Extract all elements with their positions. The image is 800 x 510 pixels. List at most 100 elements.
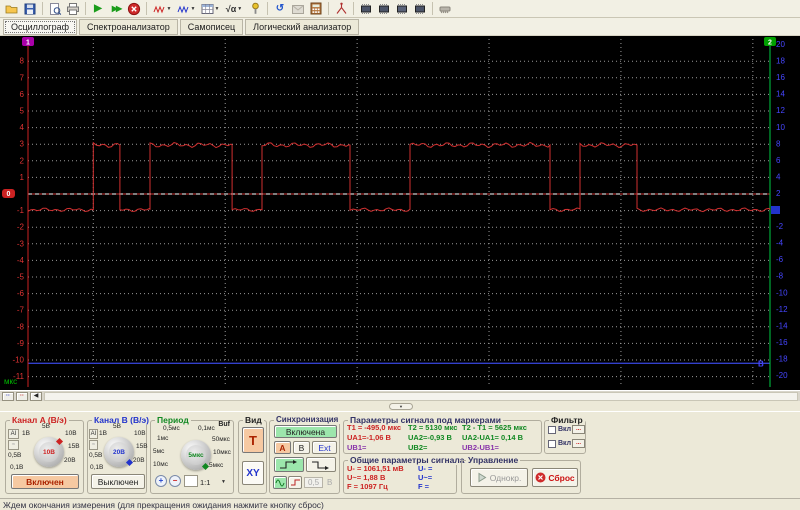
export-button[interactable]	[289, 1, 307, 17]
reset-button[interactable]: Сброс	[532, 468, 578, 487]
print-button[interactable]	[64, 1, 82, 17]
filter-2-checkbox[interactable]	[548, 440, 556, 448]
signal-generator-b-dropdown[interactable]: ▼	[174, 1, 198, 17]
run-button[interactable]: ▶	[89, 1, 107, 17]
tab-recorder[interactable]: Самописец	[179, 18, 244, 35]
filter-1-more-button[interactable]: ...	[572, 425, 585, 434]
ua2-value: UA2=-0,93 В	[408, 433, 452, 442]
sync-source-a-button[interactable]: A	[274, 441, 291, 454]
channel-b-knob[interactable]: 20В	[104, 437, 134, 467]
channel-b-power-button[interactable]: Выключен	[91, 474, 145, 489]
period-knob[interactable]: 5мкс	[181, 440, 211, 471]
chip-3-button[interactable]	[393, 1, 411, 17]
svg-text:1: 1	[20, 173, 25, 182]
sync-level-trigger-button[interactable]	[288, 476, 302, 489]
save-button[interactable]	[21, 1, 39, 17]
scrollbar-track[interactable]	[44, 391, 798, 401]
channel-b-ai-button[interactable]: AI	[89, 429, 98, 439]
knob-label: 0,1В	[10, 464, 24, 471]
oscilloscope-display[interactable]: 8 7 6 5 4 3 2 1 -1 -2 -3 -4 -5 -6 -7 -8 -9 -10 -11 20 18 16 14…	[0, 36, 800, 390]
probe-button[interactable]	[246, 1, 264, 17]
dua-value: UA2-UA1= 0,14 В	[462, 433, 524, 442]
tab-spectrum-analyzer[interactable]: Спектроанализатор	[79, 18, 178, 35]
channel-a-coupling-button[interactable]: ≈	[8, 440, 19, 450]
channel-a-knob[interactable]: 10В	[34, 437, 64, 467]
tab-logic-analyzer[interactable]: Логический анализатор	[245, 18, 360, 35]
chip-icon	[379, 3, 389, 14]
svg-text:-1: -1	[17, 206, 25, 215]
knob-label: 5В	[42, 423, 50, 430]
chip-2-button[interactable]	[375, 1, 393, 17]
filter-2-label: Вкл	[558, 440, 572, 447]
toolbar-separator	[432, 2, 433, 15]
chip-4-button[interactable]	[411, 1, 429, 17]
rising-edge-icon	[280, 459, 297, 469]
filter-2-more-button[interactable]: ...	[572, 439, 585, 448]
sync-source-b-button[interactable]: B	[293, 441, 310, 454]
knob-label: 10мкс	[213, 449, 231, 456]
print-preview-button[interactable]	[46, 1, 64, 17]
knob-label: 1В	[99, 430, 107, 437]
refresh-button[interactable]: ↺	[271, 1, 289, 17]
zoom-out-button[interactable]: −	[169, 475, 181, 487]
svg-text:-6: -6	[776, 255, 784, 264]
marker-params-group: Параметры сигнала под маркерами T1 = -49…	[343, 415, 542, 454]
single-run-button[interactable]: Однокр.	[470, 468, 528, 487]
sync-enabled-button[interactable]: Включена	[274, 425, 337, 438]
zoom-ratio-label: 1:1	[200, 478, 211, 487]
svg-text:-12: -12	[776, 305, 788, 314]
sync-rising-edge-button[interactable]	[274, 457, 304, 472]
period-value: 5мкс	[188, 451, 204, 459]
channel-a-ai-button[interactable]: AI	[8, 429, 19, 439]
scroll-left-button[interactable]: ◀	[30, 391, 42, 401]
sync-title: Синхронизация	[274, 415, 341, 424]
knob-pointer-icon	[55, 437, 64, 446]
run-all-button[interactable]: ▶▶	[107, 1, 125, 17]
sync-level-input[interactable]	[304, 477, 323, 488]
channel-b-value: 20В	[113, 448, 125, 456]
filter-1-checkbox[interactable]	[548, 426, 556, 434]
period-group: Период Buf 0,5мс 0,1мс 1мс 50мкс 5мс 10м…	[150, 415, 234, 494]
channel-a-power-button[interactable]: Включен	[11, 474, 79, 489]
chip-1-button[interactable]	[357, 1, 375, 17]
panel-divider: ▼	[0, 401, 800, 411]
sync-falling-edge-button[interactable]	[306, 457, 336, 472]
svg-text:-16: -16	[776, 338, 788, 347]
channel-b-coupling-button[interactable]: ≈	[89, 440, 98, 450]
channel-a-value: 10В	[43, 448, 55, 456]
probe-icon	[251, 2, 259, 14]
svg-text:-4: -4	[17, 256, 25, 265]
t2-value: T2 = 5130 мкс	[408, 423, 458, 432]
signal-generator-a-dropdown[interactable]: ▼	[150, 1, 174, 17]
scope-scrollbar: ·· ·· ◀	[0, 390, 800, 401]
math-functions-dropdown[interactable]: √α ▼	[222, 1, 246, 17]
channel-b-group: Канал B (В/э) AI ≈ 5В 1В 0,5В 0,1В 10В 1…	[87, 415, 151, 494]
view-time-button[interactable]: T	[242, 427, 264, 453]
tab-oscilloscope[interactable]: Осциллограф	[3, 18, 77, 35]
page-button[interactable]	[184, 475, 198, 487]
dub-value: UB2-UB1=	[462, 443, 499, 452]
svg-text:-18: -18	[776, 354, 788, 363]
sync-source-ext-button[interactable]: Ext	[312, 441, 337, 454]
knob-label: 1В	[22, 430, 30, 437]
view-title: Вид	[243, 415, 264, 425]
stop-button[interactable]	[125, 1, 143, 17]
knob-label: 0,1В	[90, 464, 104, 471]
chevron-down-icon[interactable]: ▼	[221, 479, 226, 485]
chip-flat-button[interactable]	[436, 1, 454, 17]
marker-2-button[interactable]: ··	[16, 391, 28, 401]
open-button[interactable]	[3, 1, 21, 17]
marker-1-button[interactable]: ··	[2, 391, 14, 401]
calculator-button[interactable]	[307, 1, 325, 17]
circuit-button[interactable]	[332, 1, 350, 17]
svg-text:5: 5	[20, 107, 25, 116]
sync-signal-trigger-button[interactable]	[273, 476, 287, 489]
knob-label: 10В	[65, 430, 77, 437]
svg-text:3: 3	[20, 140, 25, 149]
view-xy-button[interactable]: XY	[242, 461, 264, 485]
data-table-dropdown[interactable]: ▼	[198, 1, 222, 17]
knob-label: 0,5В	[89, 452, 103, 459]
collapse-panel-button[interactable]: ▼	[389, 403, 413, 410]
zoom-in-button[interactable]: +	[155, 475, 167, 487]
stop-cross-icon	[535, 472, 546, 483]
